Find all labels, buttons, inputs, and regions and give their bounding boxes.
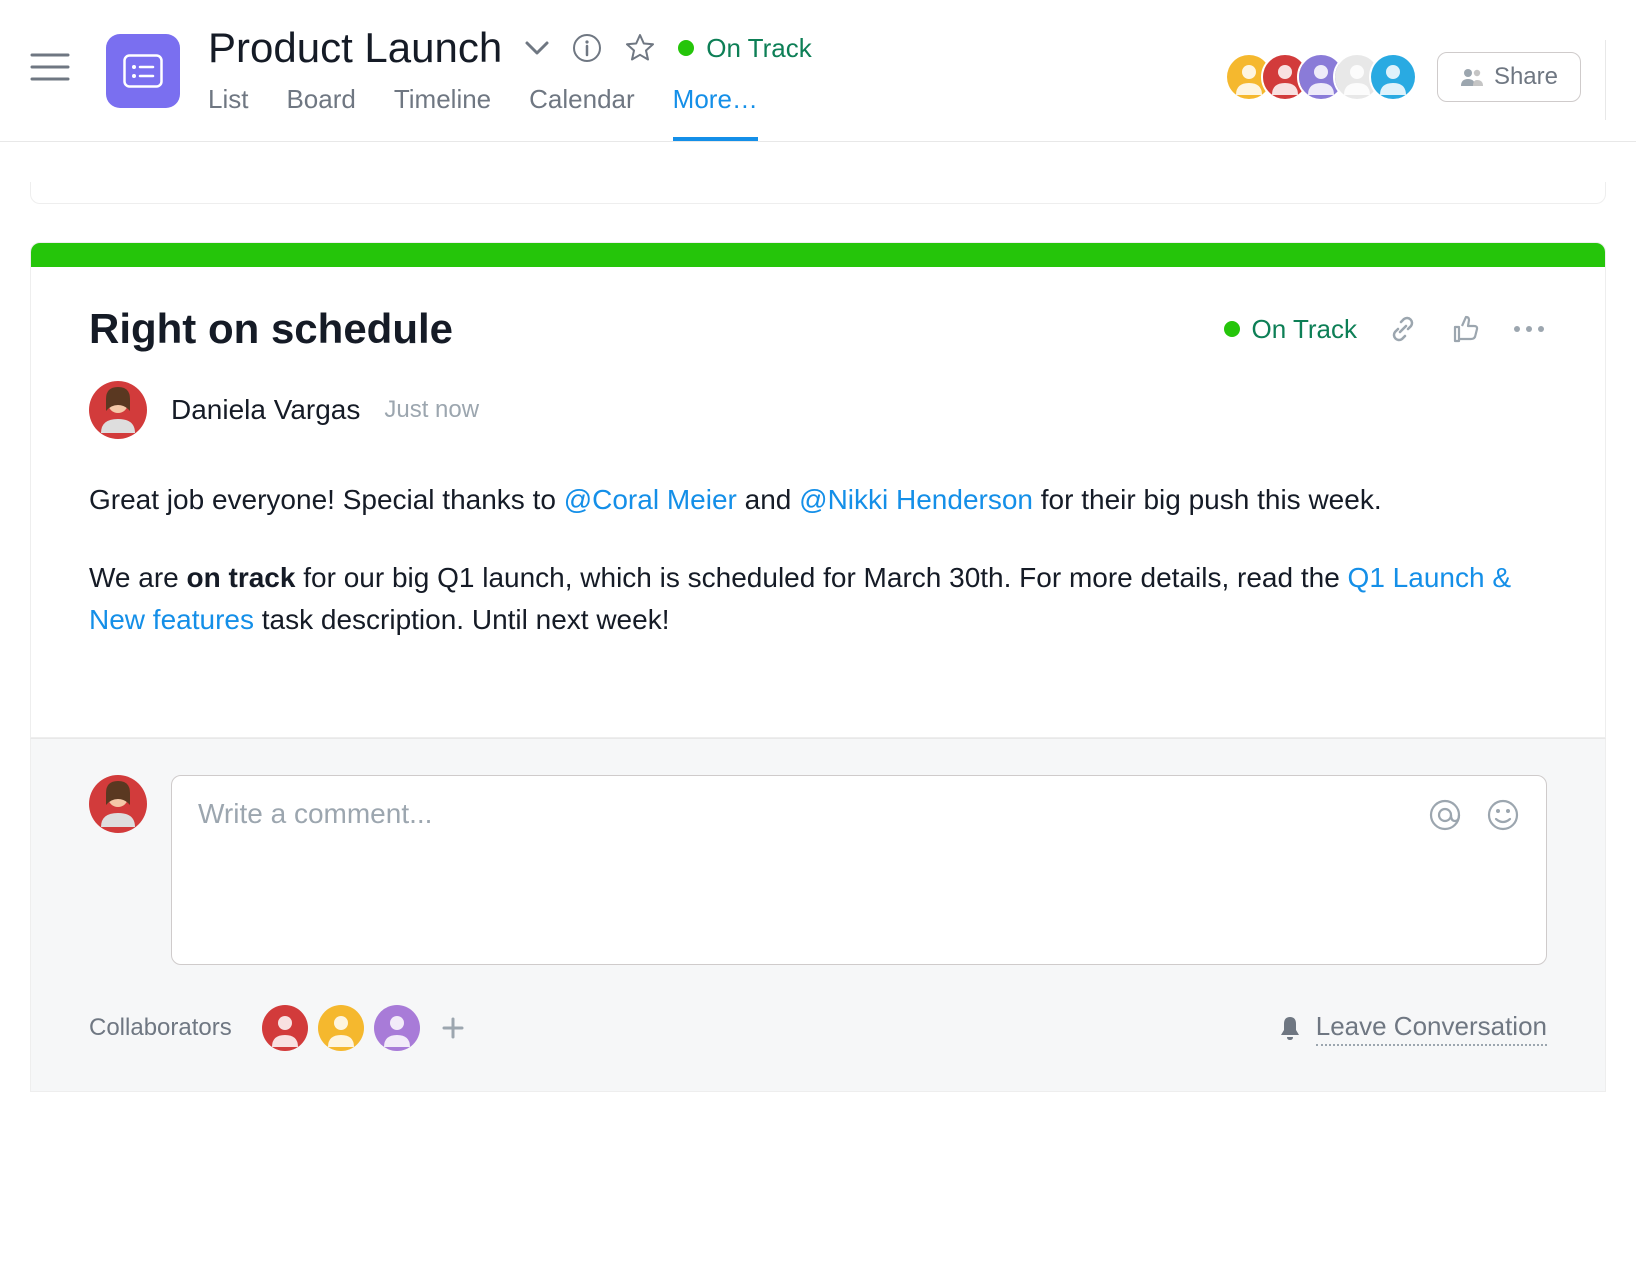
tab-more[interactable]: More… (673, 84, 758, 141)
add-collaborator-button[interactable] (430, 1005, 476, 1051)
status-text: On Track (706, 33, 811, 64)
more-actions-icon[interactable] (1511, 324, 1547, 334)
update-status[interactable]: On Track (1224, 314, 1357, 345)
collaborator-avatar[interactable] (262, 1005, 308, 1051)
view-tabs: List Board Timeline Calendar More… (208, 84, 1225, 141)
like-icon[interactable] (1449, 313, 1481, 345)
info-icon[interactable] (572, 33, 602, 63)
copy-link-icon[interactable] (1387, 313, 1419, 345)
hamburger-menu[interactable] (30, 52, 70, 82)
share-label: Share (1494, 63, 1558, 91)
bell-icon (1276, 1014, 1304, 1042)
comment-placeholder: Write a comment... (198, 798, 1520, 830)
author-avatar[interactable] (89, 381, 147, 439)
comment-input[interactable]: Write a comment... (171, 775, 1547, 965)
share-button[interactable]: Share (1437, 52, 1581, 102)
project-title: Product Launch (208, 24, 502, 72)
project-status[interactable]: On Track (678, 33, 811, 64)
collaborators-label: Collaborators (89, 1014, 232, 1042)
collaborator-avatars (262, 1005, 476, 1051)
current-user-avatar (89, 775, 147, 833)
mention-icon[interactable] (1428, 798, 1462, 832)
timestamp: Just now (384, 396, 479, 424)
project-icon (106, 34, 180, 108)
header-divider (1605, 40, 1606, 120)
comment-section: Write a comment... Collaborators Leave C (30, 738, 1606, 1092)
chevron-down-icon[interactable] (524, 40, 550, 56)
collaborator-avatar[interactable] (374, 1005, 420, 1051)
status-update-card: Right on schedule On Track (30, 242, 1606, 738)
tab-list[interactable]: List (208, 84, 248, 141)
author-name[interactable]: Daniela Vargas (171, 394, 360, 426)
mention-nikki[interactable]: @Nikki Henderson (799, 484, 1033, 515)
status-color-bar (31, 243, 1605, 267)
status-dot-icon (1224, 321, 1240, 337)
tab-timeline[interactable]: Timeline (394, 84, 491, 141)
mention-coral[interactable]: @Coral Meier (564, 484, 737, 515)
status-dot-icon (678, 40, 694, 56)
status-text: On Track (1252, 314, 1357, 345)
tab-calendar[interactable]: Calendar (529, 84, 635, 141)
previous-card-edge (30, 182, 1606, 204)
leave-conversation-button[interactable]: Leave Conversation (1276, 1011, 1547, 1046)
collaborator-avatar[interactable] (318, 1005, 364, 1051)
update-body: Great job everyone! Special thanks to @C… (89, 479, 1547, 641)
star-icon[interactable] (624, 32, 656, 64)
member-avatar[interactable] (1369, 53, 1417, 101)
emoji-icon[interactable] (1486, 798, 1520, 832)
tab-board[interactable]: Board (286, 84, 355, 141)
leave-conversation-label: Leave Conversation (1316, 1011, 1547, 1046)
update-title: Right on schedule (89, 305, 453, 353)
member-avatars[interactable] (1225, 53, 1417, 101)
people-icon (1460, 67, 1484, 87)
